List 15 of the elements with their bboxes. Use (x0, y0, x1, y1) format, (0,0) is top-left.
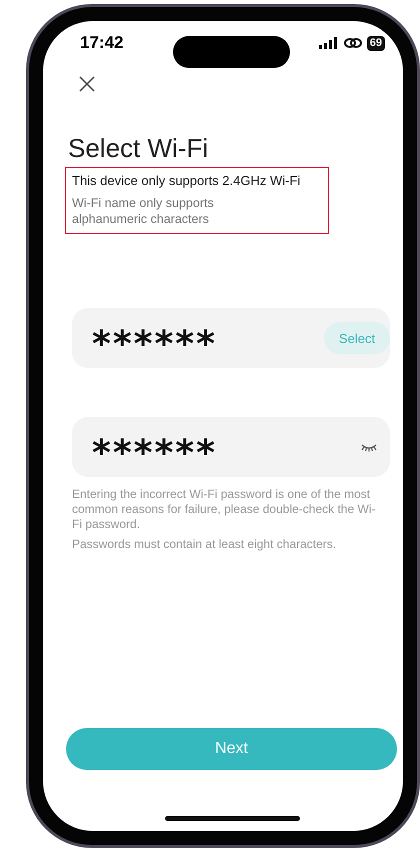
page-title: Select Wi-Fi (68, 133, 210, 163)
status-time: 17:42 (80, 33, 124, 53)
notice-text: Wi-Fi name only supports alphanumeric characters (72, 195, 215, 227)
hint-text: Passwords must contain at least eight characters. (72, 537, 338, 552)
battery-level: 69 (366, 36, 385, 50)
signal-icon (318, 37, 339, 49)
password-field[interactable]: ****** (72, 417, 390, 477)
eye-closed-icon[interactable] (360, 442, 378, 452)
link-icon (344, 37, 362, 49)
notice-text: This device only supports 2.4GHz Wi-Fi (72, 172, 302, 190)
wifi-name-field[interactable]: ****** Select (72, 308, 390, 368)
wifi-name-value: ****** (92, 323, 217, 363)
hint-text: Entering the incorrect Wi-Fi password is one of the most common reasons for failure, please double-check the Wi-Fi password. (72, 487, 376, 532)
password-value: ****** (92, 432, 217, 472)
close-icon[interactable] (79, 76, 95, 92)
